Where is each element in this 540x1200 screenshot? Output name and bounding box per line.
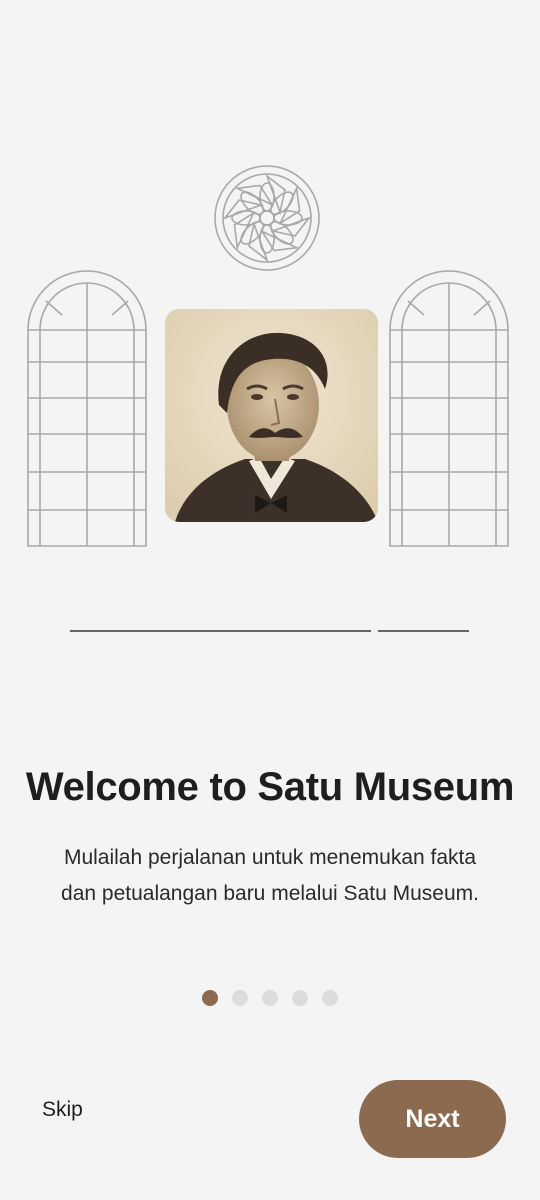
page-indicator [0,990,540,1006]
page-title: Welcome to Satu Museum [25,765,515,809]
arched-window-icon [27,270,147,547]
page-dot-4[interactable] [292,990,308,1006]
page-dot-5[interactable] [322,990,338,1006]
page-dot-2[interactable] [232,990,248,1006]
page-subtitle: Mulailah perjalanan untuk menemukan fakt… [61,846,479,905]
next-button[interactable]: Next [359,1080,506,1158]
portrait-image [165,309,378,522]
skip-button[interactable]: Skip [42,1098,83,1122]
page-dot-1[interactable] [202,990,218,1006]
rose-window-icon [214,165,320,271]
arched-window-icon [389,270,509,547]
page-dot-3[interactable] [262,990,278,1006]
